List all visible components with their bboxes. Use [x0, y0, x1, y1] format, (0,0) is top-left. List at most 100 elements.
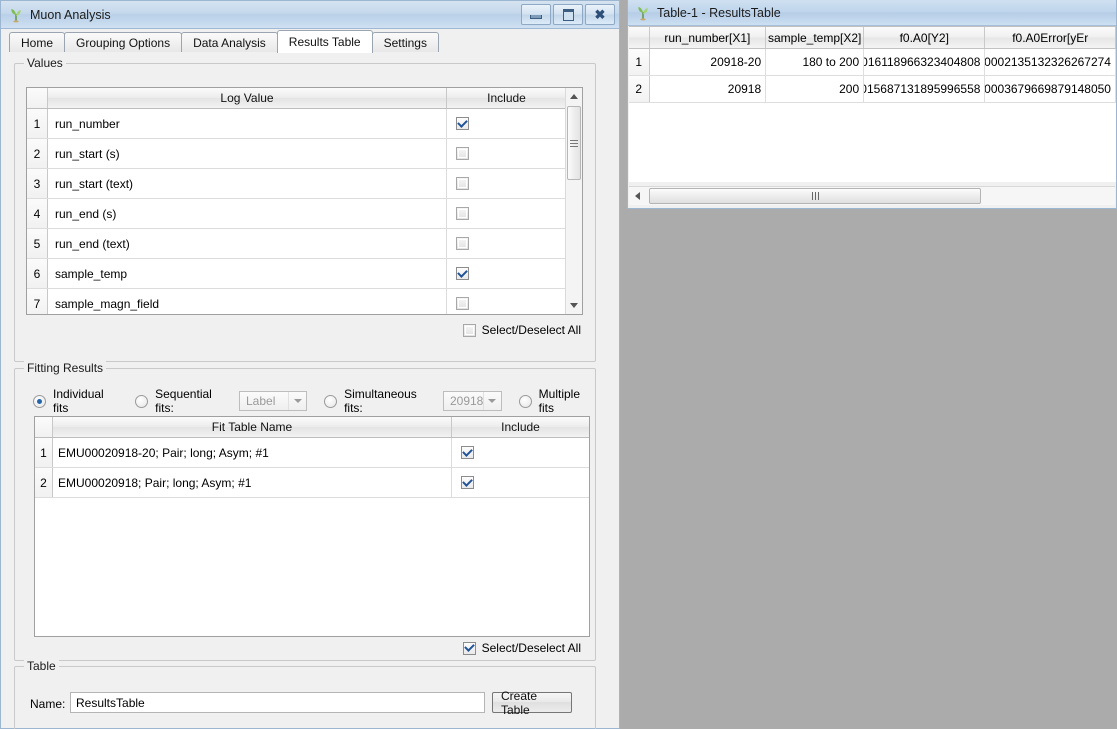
include-cell[interactable]	[452, 468, 589, 497]
fit-table-name-label: EMU00020918-20; Pair; long; Asym; #1	[53, 438, 452, 467]
values-group: Values Log Value Include 1 run_number	[14, 63, 596, 362]
table-row[interactable]: 4 run_end (s)	[27, 199, 582, 229]
radio-individual-fits[interactable]	[33, 395, 46, 408]
log-value-label: run_number	[48, 109, 447, 138]
window-title: Muon Analysis	[30, 8, 111, 22]
include-cell[interactable]	[447, 139, 566, 168]
log-value-label: sample_temp	[48, 259, 447, 288]
col-rownum	[27, 88, 48, 108]
radio-sequential-fits[interactable]	[135, 395, 148, 408]
col-rownum	[35, 417, 53, 437]
cell-sample-temp: 180 to 200	[766, 49, 864, 75]
table-row[interactable]: 2 run_start (s)	[27, 139, 582, 169]
tab-data-analysis[interactable]: Data Analysis	[181, 32, 278, 52]
row-number: 1	[35, 438, 53, 467]
thumb-grip	[570, 138, 578, 149]
include-cell[interactable]	[447, 109, 566, 138]
include-checkbox[interactable]	[456, 297, 469, 310]
include-checkbox[interactable]	[456, 267, 469, 280]
radio-simultaneous-fits[interactable]	[324, 395, 337, 408]
table-row[interactable]: 3 run_start (text)	[27, 169, 582, 199]
fit-tables-header: Fit Table Name Include	[35, 417, 589, 438]
values-group-legend: Values	[24, 56, 66, 70]
include-checkbox[interactable]	[456, 147, 469, 160]
include-checkbox[interactable]	[456, 117, 469, 130]
include-checkbox[interactable]	[456, 177, 469, 190]
radio-multiple-fits[interactable]	[519, 395, 532, 408]
chevron-down-icon[interactable]	[483, 392, 501, 410]
results-table-panel: Values Log Value Include 1 run_number	[1, 52, 619, 728]
screen: Muon Analysis ✖ Home Grouping Options Da…	[0, 0, 1117, 729]
table-row[interactable]: 1 run_number	[27, 109, 582, 139]
row-number: 2	[35, 468, 53, 497]
col-f0-a0[interactable]: f0.A0[Y2]	[864, 27, 985, 48]
results-grid[interactable]: run_number[X1] sample_temp[X2] f0.A0[Y2]…	[629, 26, 1116, 182]
log-values-table[interactable]: Log Value Include 1 run_number 2	[26, 87, 583, 315]
select-deselect-all-checkbox[interactable]	[463, 324, 476, 337]
include-cell[interactable]	[447, 229, 566, 258]
window-titlebar: Muon Analysis ✖	[1, 1, 619, 29]
row-number: 1	[27, 109, 48, 138]
log-values-body: 1 run_number 2 run_start (s)	[27, 109, 582, 315]
include-cell[interactable]	[447, 259, 566, 288]
row-number: 2	[27, 139, 48, 168]
table-row[interactable]: 6 sample_temp	[27, 259, 582, 289]
table-row[interactable]: 2 EMU00020918; Pair; long; Asym; #1	[35, 468, 589, 498]
cell-f0-a0error: 0.0002135132326267274	[985, 49, 1116, 75]
table-name-input[interactable]: ResultsTable	[70, 692, 485, 713]
include-checkbox[interactable]	[456, 237, 469, 250]
col-include: Include	[452, 417, 589, 437]
scrollbar-thumb[interactable]	[567, 106, 581, 180]
tab-results-table[interactable]: Results Table	[277, 30, 373, 53]
tab-settings[interactable]: Settings	[372, 32, 439, 52]
cell-run-number: 20918	[650, 76, 767, 102]
scroll-down-icon[interactable]	[566, 297, 582, 314]
table-row[interactable]: 1 20918-20 180 to 200 -0.016118966323404…	[629, 49, 1116, 76]
row-number: 7	[27, 289, 48, 315]
table-row[interactable]: 5 run_end (text)	[27, 229, 582, 259]
select-deselect-all-checkbox[interactable]	[463, 642, 476, 655]
log-values-header: Log Value Include	[27, 88, 582, 109]
scroll-up-icon[interactable]	[566, 88, 582, 105]
include-cell[interactable]	[447, 289, 566, 315]
chevron-down-icon[interactable]	[288, 392, 306, 410]
values-vertical-scrollbar[interactable]	[565, 88, 582, 314]
scroll-left-icon[interactable]	[629, 187, 646, 205]
fit-table-name-label: EMU00020918; Pair; long; Asym; #1	[53, 468, 452, 497]
table-group: Table Name: ResultsTable Create Table	[14, 666, 596, 729]
table-row[interactable]: 7 sample_magn_field	[27, 289, 582, 315]
thumb-grip	[812, 192, 819, 200]
cell-run-number: 20918-20	[650, 49, 767, 75]
log-value-label: sample_magn_field	[48, 289, 447, 315]
fitting-select-all-row[interactable]: Select/Deselect All	[463, 641, 581, 655]
col-sample-temp[interactable]: sample_temp[X2]	[766, 27, 864, 48]
minimize-icon[interactable]	[521, 4, 551, 25]
tab-grouping-options[interactable]: Grouping Options	[64, 32, 182, 52]
fit-mode-options: Individual fits Sequential fits: Label S…	[33, 387, 595, 415]
scrollbar-thumb[interactable]	[649, 188, 981, 204]
include-checkbox[interactable]	[461, 476, 474, 489]
close-icon[interactable]: ✖	[585, 4, 615, 25]
select-deselect-all-label: Select/Deselect All	[482, 641, 581, 655]
maximize-icon[interactable]	[553, 4, 583, 25]
sequential-fits-combo[interactable]: Label	[239, 391, 307, 411]
table-row[interactable]: 1 EMU00020918-20; Pair; long; Asym; #1	[35, 438, 589, 468]
include-cell[interactable]	[447, 169, 566, 198]
results-table-window: Table-1 - ResultsTable run_number[X1] sa…	[627, 0, 1117, 209]
table-row[interactable]: 2 20918 200 -0.015687131895996558 0.0003…	[629, 76, 1116, 103]
include-cell[interactable]	[452, 438, 589, 467]
tab-home[interactable]: Home	[9, 32, 65, 52]
cell-sample-temp: 200	[766, 76, 864, 102]
include-checkbox[interactable]	[461, 446, 474, 459]
tabbar: Home Grouping Options Data Analysis Resu…	[1, 29, 619, 53]
results-horizontal-scrollbar[interactable]	[629, 186, 1115, 205]
include-cell[interactable]	[447, 199, 566, 228]
create-table-button[interactable]: Create Table	[492, 692, 572, 713]
fit-tables-table[interactable]: Fit Table Name Include 1 EMU00020918-20;…	[34, 416, 590, 637]
col-f0-a0error[interactable]: f0.A0Error[yEr	[985, 27, 1116, 48]
include-checkbox[interactable]	[456, 207, 469, 220]
values-select-all-row[interactable]: Select/Deselect All	[463, 323, 581, 337]
col-run-number[interactable]: run_number[X1]	[650, 27, 767, 48]
row-number: 5	[27, 229, 48, 258]
simultaneous-fits-combo[interactable]: 20918	[443, 391, 502, 411]
